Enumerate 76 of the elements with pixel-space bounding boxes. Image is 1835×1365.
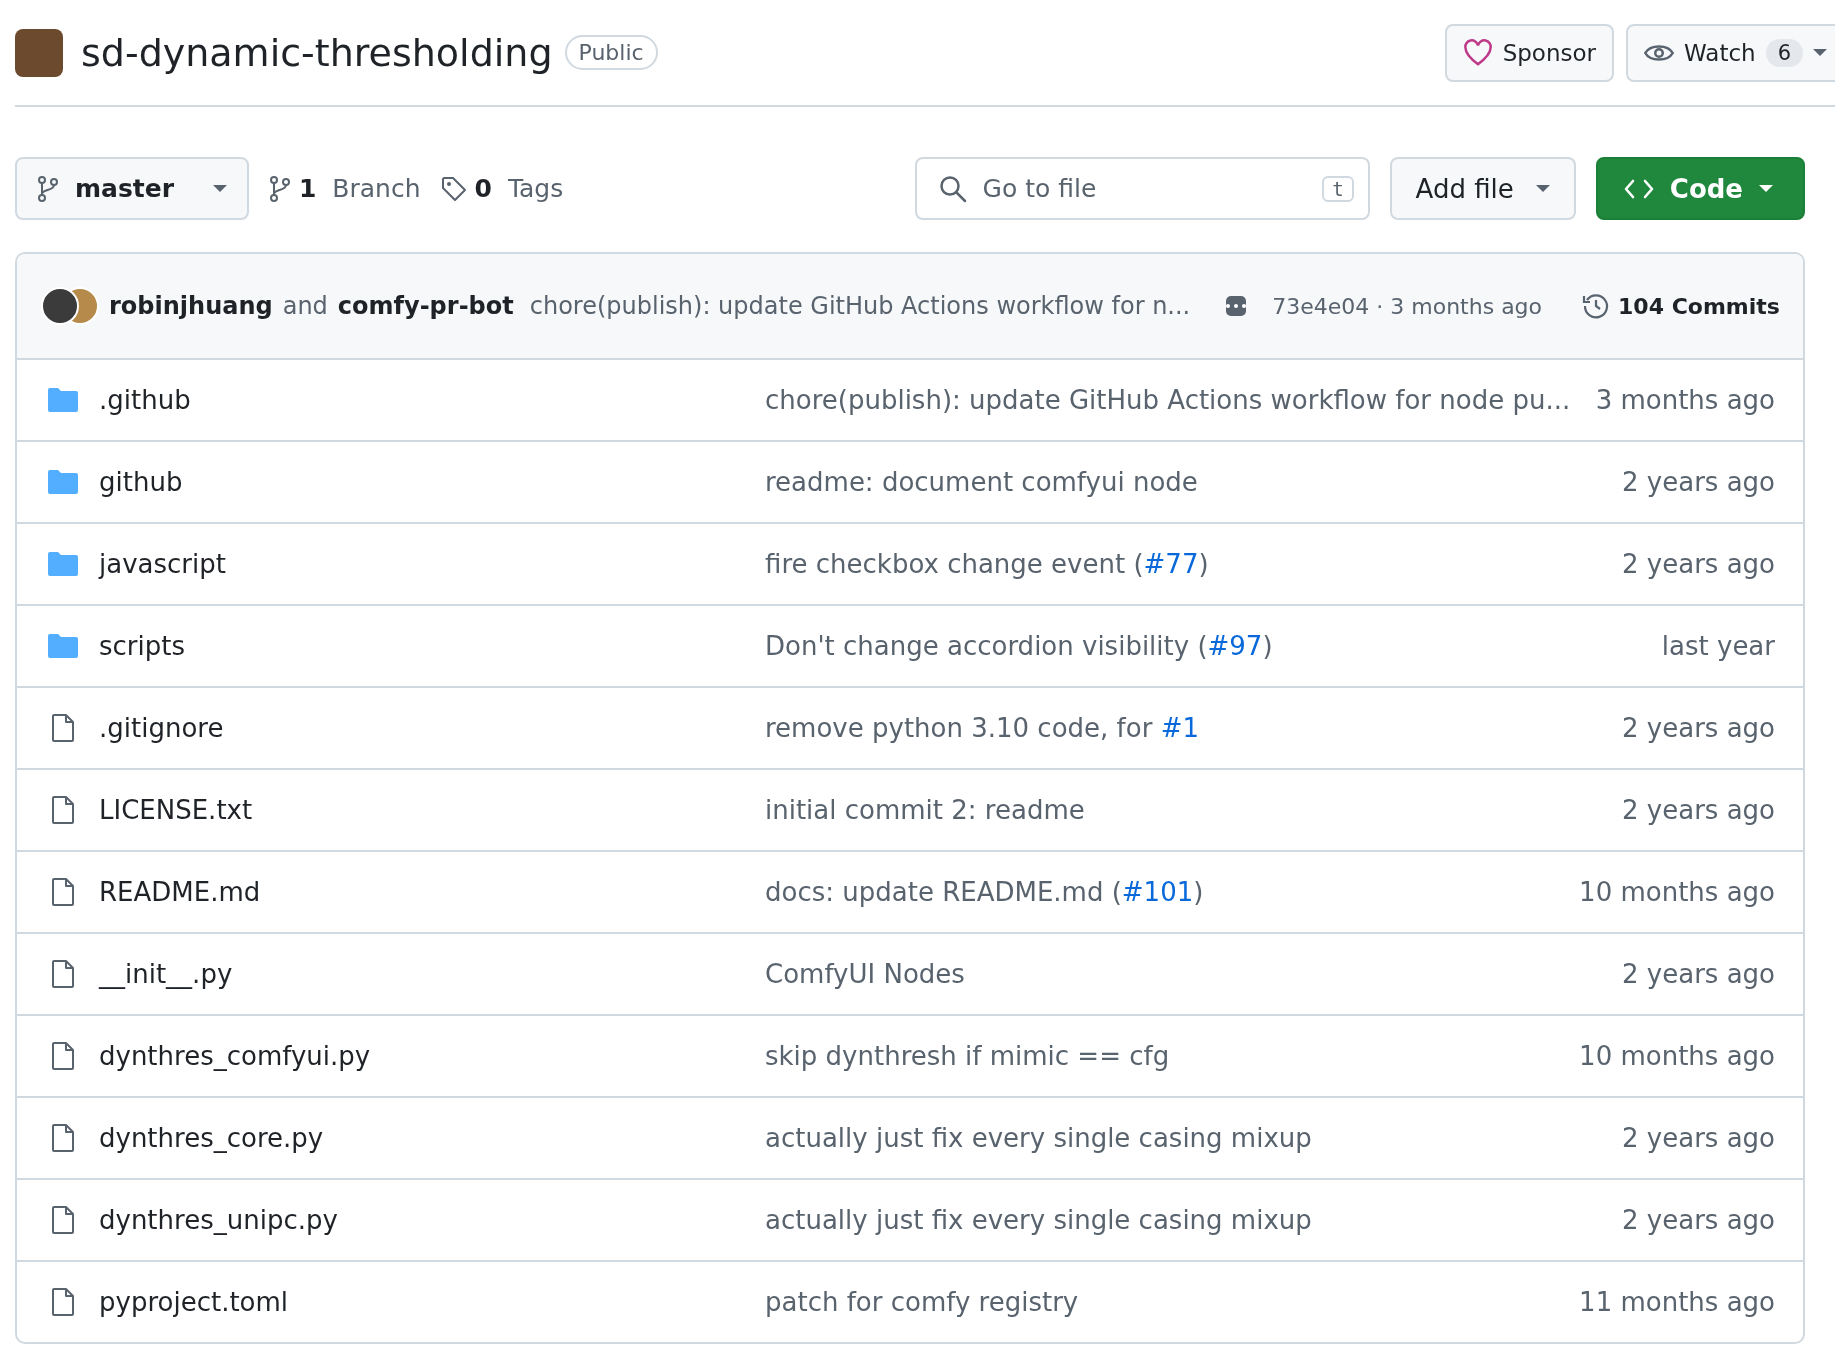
file-name-link[interactable]: github (99, 467, 183, 497)
pull-request-link[interactable]: #1 (1160, 713, 1199, 743)
commit-time: 2 years ago (1622, 1205, 1775, 1235)
commit-message: initial commit 2: readme (765, 795, 1086, 825)
author-link[interactable]: comfy-pr-bot (337, 292, 514, 320)
commit-time: 2 years ago (1622, 1123, 1775, 1153)
history-icon (1582, 292, 1611, 320)
folder-icon (47, 388, 79, 412)
heart-icon (1462, 38, 1493, 67)
file-name-link[interactable]: dynthres_unipc.py (99, 1205, 338, 1235)
commit-message-link[interactable]: chore(publish): update GitHub Actions workflow for n... (529, 292, 1191, 320)
author-avatars (41, 287, 99, 325)
file-name-link[interactable]: dynthres_comfyui.py (99, 1041, 371, 1071)
caret-icon (1759, 184, 1773, 193)
commit-time: last year (1661, 631, 1775, 661)
tag-icon (440, 175, 467, 202)
owner-avatar[interactable] (15, 28, 63, 77)
commit-time: 3 months ago (1595, 385, 1775, 415)
caret-icon (1535, 184, 1550, 193)
pull-request-link[interactable]: #97 (1207, 631, 1263, 661)
commit-time: 10 months ago (1579, 1041, 1775, 1071)
branch-icon (269, 175, 291, 202)
commit-message: Don't change accordion visibility (#97) (765, 631, 1274, 661)
caret-icon (1813, 48, 1827, 57)
file-name-link[interactable]: javascript (99, 549, 226, 579)
commit-time: 2 years ago (1622, 549, 1775, 579)
branch-button[interactable]: master (15, 157, 249, 220)
commit-message: readme: document comfyui node (765, 467, 1199, 497)
ellipsis-button[interactable] (1226, 296, 1247, 316)
code-button[interactable]: Code (1595, 157, 1805, 220)
commits-link[interactable]: 104 Commits (1582, 292, 1780, 320)
file-name-link[interactable]: LICENSE.txt (99, 795, 253, 825)
file-name-link[interactable]: README.md (99, 877, 261, 907)
folder-icon (47, 470, 79, 494)
file-name-link[interactable]: __init__.py (99, 959, 233, 989)
file-name-link[interactable]: pyproject.toml (99, 1287, 289, 1317)
pull-request-link[interactable]: #101 (1121, 877, 1194, 907)
commit-time: 2 years ago (1622, 467, 1775, 497)
commit-message: docs: update README.md (#101) (765, 877, 1205, 907)
commit-message: remove python 3.10 code, for #1 (765, 713, 1200, 743)
pull-request-link[interactable]: #77 (1143, 549, 1199, 579)
folder-icon (47, 552, 79, 576)
file-name-link[interactable]: dynthres_core.py (99, 1123, 324, 1153)
commit-message: actually just fix every single casing mixup (765, 1123, 1313, 1153)
go-to-file-field[interactable]: Go to file t (914, 157, 1370, 220)
watch-count: 6 (1765, 38, 1803, 67)
sponsor-button[interactable]: Sponsor (1444, 23, 1614, 82)
commit-message: fire checkbox change event (#77) (765, 549, 1210, 579)
commit-time: 2 years ago (1622, 795, 1775, 825)
search-icon (938, 174, 967, 203)
visibility-label: Public (564, 35, 658, 70)
commit-time: 2 years ago (1622, 713, 1775, 743)
commit-message: patch for comfy registry (765, 1287, 1080, 1317)
file-name-link[interactable]: .github (99, 385, 191, 415)
shortcut-key: t (1322, 175, 1354, 202)
folder-icon (47, 634, 79, 658)
commit-message: actually just fix every single casing mixup (765, 1205, 1313, 1235)
file-name-link[interactable]: scripts (99, 631, 185, 661)
commit-time: 2 years ago (1622, 959, 1775, 989)
branch-icon (37, 175, 59, 202)
code-icon (1623, 177, 1654, 200)
commit-info: 73e4e04 · 3 months ago (1272, 293, 1543, 319)
watch-button[interactable]: Watch 6 (1626, 23, 1835, 82)
caret-icon (213, 184, 227, 193)
commit-message: ComfyUI Nodes (765, 959, 966, 989)
commit-message: chore(publish): update GitHub Actions workflow for node pu... (765, 385, 1572, 415)
commit-time: 10 months ago (1579, 877, 1775, 907)
joiner-text: and (282, 292, 328, 320)
commit-message: skip dynthresh if mimic == cfg (765, 1041, 1171, 1071)
add-file-button[interactable]: Add file (1389, 157, 1576, 220)
repo-title[interactable]: sd-dynamic-thresholding (81, 30, 553, 75)
author-link[interactable]: robinjhuang (109, 292, 273, 320)
tags-link[interactable]: 0 Tags (440, 174, 564, 203)
branches-link[interactable]: 1 Branch (269, 174, 421, 203)
file-name-link[interactable]: .gitignore (99, 713, 224, 743)
commit-time: 11 months ago (1579, 1287, 1775, 1317)
